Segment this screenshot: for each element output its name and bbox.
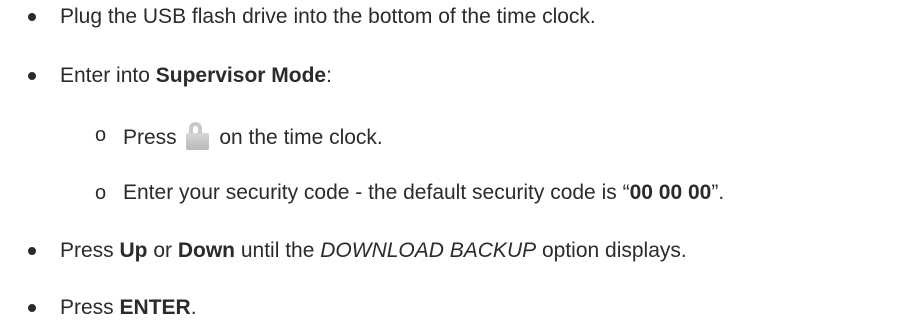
- up-key-label: Up: [119, 239, 148, 262]
- bullet: [28, 72, 36, 80]
- substep-2-text: Enter your security code - the default s…: [123, 181, 725, 204]
- download-backup-option: DOWNLOAD BACKUP: [320, 239, 537, 262]
- substep-marker: o: [95, 182, 107, 204]
- step-3-text: Press Up or Down until the DOWNLOAD BACK…: [60, 239, 687, 262]
- unlock-padlock-icon: [184, 122, 212, 150]
- default-security-code: 00 00 00: [629, 181, 712, 204]
- step-4-text: Press ENTER.: [60, 296, 197, 319]
- bullet: [28, 304, 36, 312]
- bullet: [28, 247, 36, 255]
- substep-1-text: Press on the time clock.: [123, 122, 383, 150]
- down-key-label: Down: [177, 239, 236, 262]
- step-1-text: Plug the USB flash drive into the bottom…: [60, 5, 596, 28]
- supervisor-mode-label: Supervisor Mode: [155, 64, 327, 87]
- substep-marker: o: [95, 124, 107, 146]
- enter-key-label: ENTER: [119, 296, 191, 319]
- step-2-text: Enter into Supervisor Mode:: [60, 64, 332, 87]
- bullet: [28, 13, 36, 21]
